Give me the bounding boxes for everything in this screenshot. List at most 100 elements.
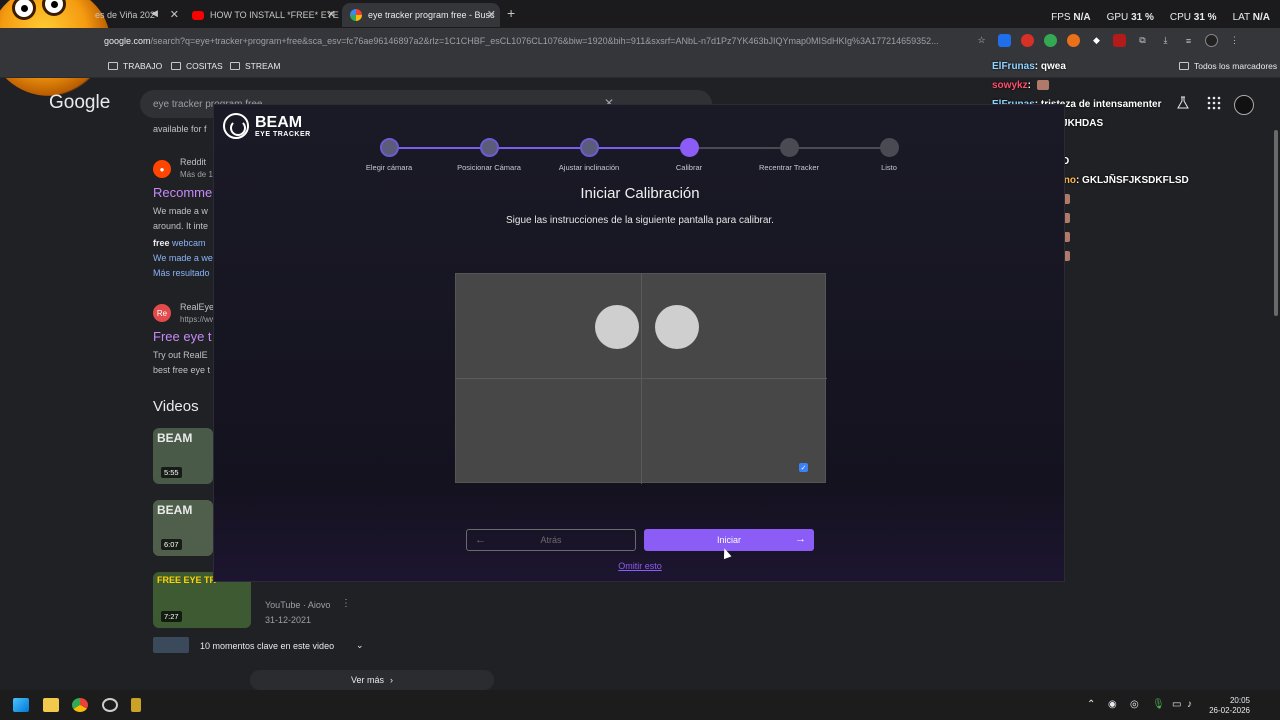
moments-thumbnail — [153, 637, 189, 653]
chevron-down-icon[interactable]: ⌄ — [356, 640, 364, 651]
file-explorer-icon[interactable] — [43, 698, 59, 712]
video-duration: 6:07 — [161, 539, 182, 550]
download-icon[interactable]: ⤓ — [1159, 34, 1172, 47]
extension-icon[interactable] — [998, 34, 1011, 47]
steam-icon[interactable]: ◎ — [1130, 699, 1139, 710]
chat-text: GKLJÑSFJKSDKFLSD — [1082, 175, 1189, 186]
more-results-link[interactable]: Más resultado — [153, 268, 210, 278]
bookmarks-bar: TRABAJO COSITAS STREAM Todos los marcado… — [0, 56, 1280, 78]
sitelink[interactable]: We made a we — [153, 253, 213, 263]
all-bookmarks[interactable]: Todos los marcadores — [1179, 61, 1277, 71]
google-account-avatar[interactable] — [1234, 95, 1254, 115]
result-snippet: We made a w — [153, 206, 208, 216]
speaker-icon[interactable]: ◀ — [151, 8, 158, 19]
skip-link[interactable]: Omitir esto — [214, 561, 1066, 571]
bookmark-label: Todos los marcadores — [1194, 61, 1278, 71]
reddit-icon: ● — [153, 160, 171, 178]
beam-calibration-dialog: BEAM EYE TRACKER Elegir cámara Posiciona… — [213, 104, 1065, 582]
videos-heading: Videos — [153, 398, 199, 415]
video-thumbnail[interactable]: BEAM 6:07 — [153, 500, 213, 556]
browser-tab-2[interactable]: HOW TO INSTALL *FREE* EYE T ✕ — [188, 3, 340, 27]
monitor-icon[interactable]: ▭ — [1172, 699, 1181, 710]
chevron-right-icon: › — [390, 675, 393, 685]
browser-tab-1[interactable]: es de Viña 202 ◀ ✕ — [95, 3, 183, 27]
extension-icon[interactable] — [1067, 34, 1080, 47]
thumbnail-text: BEAM — [157, 503, 193, 517]
fps-value: N/A — [1073, 12, 1091, 23]
bookmark-trabajo[interactable]: TRABAJO — [108, 61, 162, 71]
url-domain: google.com — [104, 36, 151, 46]
bookmark-label: COSITAS — [186, 61, 223, 71]
extension-icon[interactable]: ◆ — [1090, 34, 1103, 47]
extension-icon[interactable] — [1113, 34, 1126, 47]
chat-message: ElFrunas: qwea — [992, 61, 1066, 72]
skip-link-label: Omitir esto — [618, 561, 662, 571]
chevron-up-icon[interactable]: ⌃ — [1087, 699, 1095, 710]
scrollbar-thumb[interactable] — [1274, 130, 1278, 316]
extension-icon[interactable] — [1021, 34, 1034, 47]
tab-title: es de Viña 202 — [95, 10, 155, 20]
google-logo[interactable]: Google — [49, 92, 110, 114]
volume-icon[interactable]: ♪ — [1187, 699, 1192, 710]
step-dot — [880, 138, 899, 157]
key-moments-toggle[interactable]: 10 momentos clave en este video — [200, 641, 334, 651]
video-source: YouTube · Aiovo — [265, 600, 331, 610]
beam-logo-subtitle: EYE TRACKER — [255, 130, 311, 138]
eye-marker-left — [595, 305, 639, 349]
start-button[interactable]: Iniciar → — [644, 529, 814, 551]
back-button[interactable]: ← Atrás — [466, 529, 636, 551]
bookmark-cositas[interactable]: COSITAS — [171, 61, 223, 71]
kebab-menu-icon[interactable]: ⋮ — [341, 598, 351, 609]
lat-value: N/A — [1252, 12, 1270, 23]
browser-tab-3[interactable]: eye tracker program free - Busc ✕ — [342, 3, 500, 27]
beam-logo: BEAM EYE TRACKER — [223, 113, 311, 139]
dialog-subtitle: Sigue las instrucciones de la siguiente … — [506, 215, 774, 226]
close-tab-icon[interactable]: ✕ — [327, 8, 336, 21]
crosshair-vertical — [641, 274, 642, 484]
system-clock[interactable]: 20:05 26-02-2026 — [1209, 696, 1250, 716]
app-icon[interactable] — [131, 698, 141, 712]
chat-text: qwea — [1040, 61, 1066, 72]
extensions-puzzle-icon[interactable]: ⧉ — [1136, 34, 1149, 47]
step-dot — [780, 138, 799, 157]
step-label: Ajustar inclinación — [558, 163, 620, 172]
extension-icon[interactable] — [1044, 34, 1057, 47]
windows-taskbar: ⌃ ◉ ◎ 🎙 ▭ ♪ 20:05 26-02-2026 — [0, 690, 1280, 720]
video-thumbnail[interactable]: BEAM 5:55 — [153, 428, 213, 484]
checkbox-icon[interactable]: ✓ — [799, 463, 808, 472]
sitelink[interactable]: webcam — [170, 238, 206, 248]
profile-avatar[interactable] — [1205, 34, 1218, 47]
kebab-menu-icon[interactable]: ⋮ — [1228, 34, 1241, 47]
result-site-name: Reddit — [180, 157, 207, 167]
settings-gear-icon[interactable] — [102, 698, 118, 712]
microphone-icon[interactable]: 🎙 — [1152, 699, 1165, 710]
lat-label: LAT — [1232, 12, 1250, 23]
step-dot-current — [680, 138, 699, 157]
close-tab-icon[interactable]: ✕ — [170, 8, 179, 21]
folder-icon — [171, 62, 181, 70]
youtube-icon — [192, 10, 204, 20]
reading-list-icon[interactable]: ≡ — [1182, 34, 1195, 47]
bookmark-star-icon[interactable]: ☆ — [975, 34, 988, 47]
bookmark-stream[interactable]: STREAM — [230, 61, 280, 71]
chrome-icon[interactable] — [72, 698, 88, 712]
windows-start-icon[interactable] — [13, 698, 29, 712]
apps-grid-icon[interactable] — [1207, 96, 1221, 110]
close-tab-icon[interactable]: ✕ — [487, 8, 496, 21]
sitelink-bold: free — [153, 238, 170, 248]
result-title-link[interactable]: Free eye t — [153, 329, 212, 344]
labs-flask-icon[interactable] — [1176, 96, 1190, 110]
result-title-link[interactable]: Recomme — [153, 185, 212, 200]
url-field[interactable]: google.com/search?q=eye+tracker+program+… — [104, 36, 964, 46]
see-more-button[interactable]: Ver más › — [250, 670, 494, 690]
toolbar-icons: ☆ ◆ ⧉ ⤓ ≡ ⋮ — [975, 34, 1241, 47]
new-tab-icon[interactable]: + — [507, 5, 515, 21]
arrow-right-icon: → — [795, 533, 806, 545]
step-dot — [580, 138, 599, 157]
emoji-eye-right — [42, 0, 66, 16]
thumbnail-text: FREE EYE TR — [157, 575, 217, 585]
result-snippet: Try out RealE — [153, 350, 208, 360]
discord-icon[interactable]: ◉ — [1108, 699, 1117, 710]
video-duration: 7:27 — [161, 611, 182, 622]
folder-icon — [108, 62, 118, 70]
